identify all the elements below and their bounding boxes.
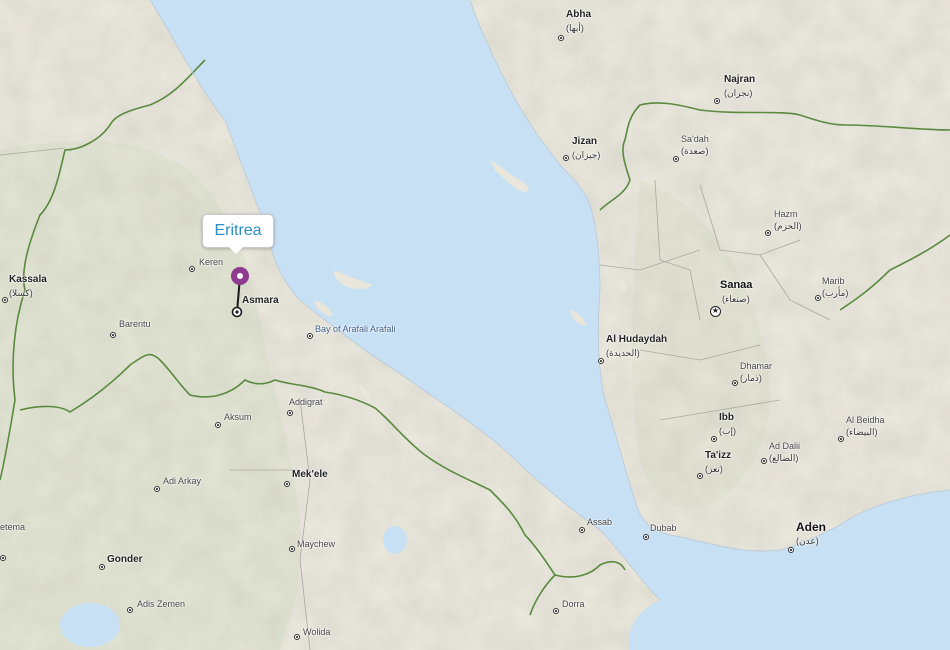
city-dot-dhamar[interactable] — [732, 380, 738, 386]
city-dot-sadah[interactable] — [673, 156, 679, 162]
label-albeidha-ar: (البيضاء) — [846, 427, 878, 437]
city-dot-albeidha[interactable] — [838, 436, 844, 442]
label-marib-ar: (مأرب) — [822, 288, 849, 298]
label-dhamar-ar: (ذمار) — [740, 373, 762, 383]
city-dot-metema[interactable] — [0, 555, 6, 561]
city-dot-aden[interactable] — [788, 547, 794, 553]
label-dubab: Dubab — [650, 523, 677, 533]
lake-tana — [60, 603, 120, 647]
label-sadah: Sa'dah — [681, 134, 709, 144]
label-kassala-ar: (كسلا) — [9, 288, 33, 298]
map-pin-icon[interactable] — [226, 265, 256, 320]
label-hazm-ar: (الحزم) — [774, 221, 802, 231]
city-dot-ibb[interactable] — [711, 436, 717, 442]
label-aksum: Aksum — [224, 412, 252, 422]
city-dot-marib[interactable] — [815, 295, 821, 301]
city-dot-assab[interactable] — [579, 527, 585, 533]
label-adiszemen: Adis Zemen — [137, 599, 186, 609]
label-adigrat: Addigrat — [289, 397, 323, 407]
label-aden: Aden — [796, 520, 826, 534]
label-gonder: Gonder — [107, 554, 143, 565]
label-mekele: Mek'ele — [292, 469, 328, 480]
city-dot-taizz[interactable] — [697, 473, 703, 479]
city-dot-wolida[interactable] — [294, 634, 300, 640]
label-sanaa-ar: (صنعاء) — [722, 294, 750, 304]
label-barentu: Barentu — [119, 319, 151, 329]
label-keren: Keren — [199, 257, 224, 267]
city-dot-abha[interactable] — [558, 35, 564, 41]
city-dot-dorra[interactable] — [553, 608, 559, 614]
label-hudaydah-ar: (الحديدة) — [606, 348, 640, 358]
city-dot-keren[interactable] — [189, 266, 195, 272]
label-maychew: Maychew — [297, 539, 336, 549]
city-dot-maychew[interactable] — [289, 546, 295, 552]
city-dot-gonder[interactable] — [99, 564, 105, 570]
city-dot-addalii[interactable] — [761, 458, 767, 464]
city-dot-hudaydah[interactable] — [598, 358, 604, 364]
label-addalii: Ad Dalii — [769, 441, 801, 451]
lake-afar — [383, 526, 407, 554]
label-kassala: Kassala — [9, 274, 47, 285]
city-dot-adiszemen[interactable] — [127, 607, 133, 613]
label-assab: Assab — [587, 517, 613, 527]
label-ibb-ar: (إب) — [719, 426, 736, 436]
label-najran-ar: (نجران) — [724, 88, 753, 98]
label-bay: Bay of Arafali Arafali — [315, 324, 396, 334]
label-aden-ar: (عدن) — [796, 536, 819, 546]
label-dhamar: Dhamar — [740, 361, 773, 371]
label-jizan: Jizan — [572, 136, 598, 147]
city-dot-hazm[interactable] — [765, 230, 771, 236]
label-marib: Marib — [822, 276, 845, 286]
label-najran: Najran — [724, 74, 756, 85]
label-abha: Abha — [566, 9, 591, 20]
city-dot-mekele[interactable] — [284, 481, 290, 487]
label-albeidha: Al Beidha — [846, 415, 885, 425]
city-dot-adigrat[interactable] — [287, 410, 293, 416]
label-adiarkay: Adi Arkay — [163, 476, 202, 486]
city-dot-adiarkay[interactable] — [154, 486, 160, 492]
city-dot-aksum[interactable] — [215, 422, 221, 428]
label-wolida: Wolida — [303, 627, 331, 637]
city-dot-dubab[interactable] — [643, 534, 649, 540]
label-abha-ar: (أبها) — [566, 23, 584, 33]
city-dot-sanaa[interactable]: ★ — [710, 306, 721, 317]
label-sanaa: Sanaa — [720, 279, 753, 291]
label-metema: etema — [0, 522, 26, 532]
label-taizz: Ta'izz — [705, 450, 732, 461]
city-dot-kassala[interactable] — [2, 297, 8, 303]
label-hazm: Hazm — [774, 209, 798, 219]
label-dorra: Dorra — [562, 599, 585, 609]
label-taizz-ar: (تعز) — [705, 464, 723, 474]
location-callout[interactable]: Eritrea — [202, 214, 274, 254]
label-jizan-ar: (جيزان) — [572, 150, 601, 160]
label-hudaydah: Al Hudaydah — [606, 334, 668, 345]
label-ibb: Ibb — [719, 412, 734, 423]
city-dot-najran[interactable] — [714, 98, 720, 104]
city-dot-bay[interactable] — [307, 333, 313, 339]
label-addalii-ar: (الضالع) — [769, 453, 799, 463]
city-dot-barentu[interactable] — [110, 332, 116, 338]
callout-label: Eritrea — [214, 222, 262, 239]
city-dot-jizan[interactable] — [563, 155, 569, 161]
label-sadah-ar: (صعدة) — [681, 146, 709, 156]
